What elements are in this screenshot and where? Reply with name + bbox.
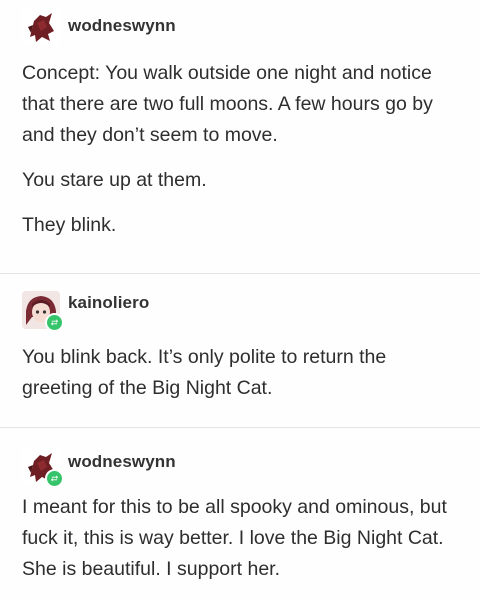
post-body: I meant for this to be all spooky and om…	[22, 492, 460, 585]
reblog-icon	[50, 319, 59, 326]
user-avatar[interactable]	[22, 447, 64, 488]
tumblr-thread: wodneswynn Concept: You walk outside one…	[0, 0, 480, 600]
post-header: kainoliero	[22, 290, 149, 332]
post-body: You blink back. It’s only polite to retu…	[22, 342, 460, 404]
post-header: wodneswynn	[22, 6, 176, 46]
post-divider	[0, 273, 480, 274]
username[interactable]: wodneswynn	[68, 452, 176, 472]
post-body: Concept: You walk outside one night and …	[22, 58, 460, 241]
username[interactable]: wodneswynn	[68, 16, 176, 36]
post-paragraph: They blink.	[22, 214, 117, 236]
reblog-badge	[45, 313, 64, 332]
post-divider	[0, 427, 480, 428]
user-avatar[interactable]	[22, 291, 64, 332]
post-paragraph: You blink back. It’s only polite to retu…	[22, 346, 387, 399]
user-avatar[interactable]	[22, 7, 60, 45]
post-paragraph: I meant for this to be all spooky and om…	[22, 496, 447, 580]
post-paragraph: You stare up at them.	[22, 169, 207, 191]
post-header: wodneswynn	[22, 446, 176, 488]
reblog-icon	[50, 475, 59, 482]
reblog-badge	[45, 469, 64, 488]
post-paragraph: Concept: You walk outside one night and …	[22, 62, 433, 146]
dark-red-character-icon	[22, 7, 60, 45]
username[interactable]: kainoliero	[68, 293, 149, 313]
